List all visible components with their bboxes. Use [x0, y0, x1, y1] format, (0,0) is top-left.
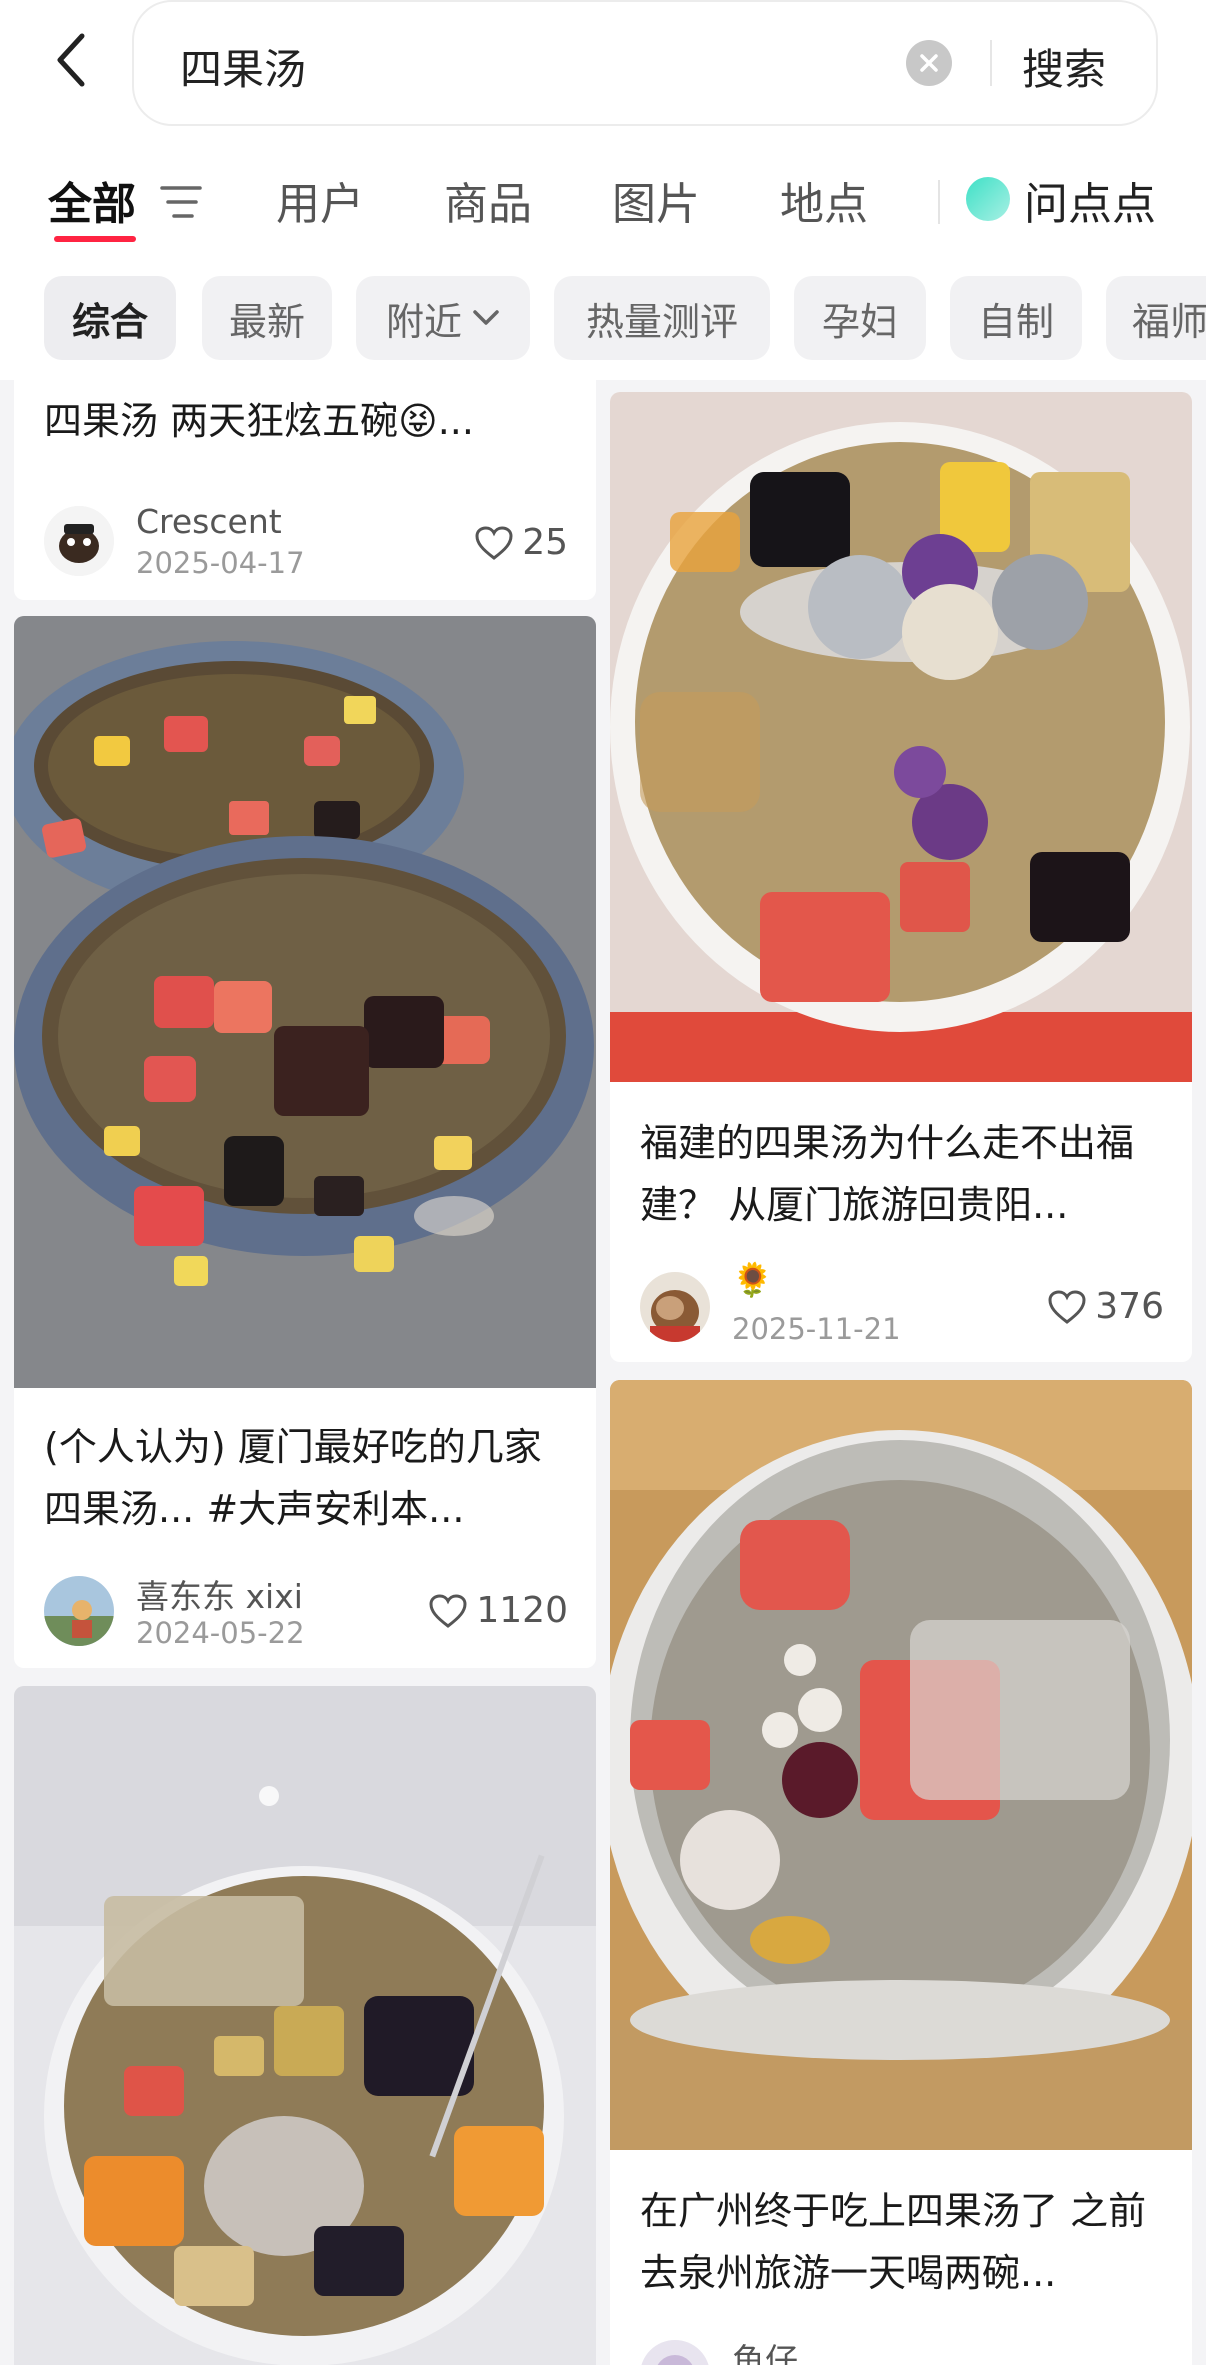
tab-images[interactable]: 图片 — [612, 168, 700, 232]
chip-pregnant[interactable]: 孕妇 — [794, 276, 926, 360]
note-title: 四果汤 两天狂炫五碗😝... — [44, 399, 474, 443]
tab-users[interactable]: 用户 — [276, 168, 364, 232]
heart-icon — [475, 525, 513, 560]
tab-wendiandian[interactable]: 问点点 — [1024, 168, 1156, 232]
note-cover-image — [610, 1380, 1192, 2150]
search-input[interactable]: 四果汤 搜索 — [132, 0, 1158, 126]
like-count: 1120 — [476, 1590, 568, 1631]
avatar-image — [44, 506, 114, 576]
results-feed: 四果汤 两天狂炫五碗😝... Crescent 2025-04-17 25 (个… — [0, 380, 1206, 2365]
chip-label: 热量测评 — [585, 299, 738, 344]
chevron-down-icon — [473, 310, 499, 325]
like-count: 25 — [522, 522, 568, 563]
clear-search-button[interactable] — [906, 40, 952, 86]
top-bar: 四果汤 搜索 全部 用户 商品 图片 地点 问点点 综合 最新 附近 热量测评 — [0, 0, 1206, 380]
like-count: 376 — [1095, 1286, 1164, 1327]
chip-nearby[interactable]: 附近 — [356, 276, 530, 360]
tab-divider — [938, 180, 940, 224]
chevron-left-icon — [57, 33, 85, 87]
avatar-image — [640, 2340, 710, 2365]
chip-label: 孕妇 — [821, 299, 898, 344]
note-card[interactable]: 在广州终于吃上四果汤了 之前去泉州旅游一天喝两碗... 鱼仔 — [610, 1380, 1192, 2365]
chip-fushi[interactable]: 福师 — [1106, 276, 1206, 360]
chip-label: 综合 — [71, 299, 148, 344]
avatar-image — [640, 1272, 710, 1342]
avatar[interactable] — [640, 2340, 710, 2365]
note-cover-image — [14, 1686, 596, 2365]
post-date: 2025-04-17 — [136, 546, 305, 580]
chip-calorie-review[interactable]: 热量测评 — [554, 276, 770, 360]
tab-places[interactable]: 地点 — [780, 168, 868, 232]
wendiandian-logo-icon — [966, 177, 1010, 221]
like-button[interactable]: 25 — [474, 522, 568, 563]
author-name[interactable]: 鱼仔 — [732, 2334, 798, 2365]
tab-products[interactable]: 商品 — [444, 168, 532, 232]
heart-icon — [429, 1593, 467, 1628]
chip-comprehensive[interactable]: 综合 — [44, 276, 176, 360]
avatar[interactable] — [44, 506, 114, 576]
like-button[interactable]: 1120 — [428, 1590, 568, 1631]
avatar-image — [44, 1576, 114, 1646]
chip-homemade[interactable]: 自制 — [950, 276, 1082, 360]
note-cover-image — [14, 616, 596, 1388]
search-divider — [990, 40, 992, 86]
note-cover-image — [610, 392, 1192, 1082]
clear-icon — [920, 54, 938, 72]
post-date: 2024-05-22 — [136, 1616, 305, 1650]
chip-label: 最新 — [228, 299, 305, 344]
author-name[interactable]: Crescent — [136, 502, 282, 541]
note-card[interactable]: 四果汤 两天狂炫五碗😝... Crescent 2025-04-17 25 — [14, 380, 596, 600]
chip-label: 自制 — [977, 299, 1054, 344]
search-button[interactable]: 搜索 — [1022, 36, 1106, 97]
chip-latest[interactable]: 最新 — [202, 276, 332, 360]
post-date: 2025-11-21 — [732, 1312, 901, 1346]
note-title: 在广州终于吃上四果汤了 之前去泉州旅游一天喝两碗... — [640, 2189, 1147, 2295]
note-title: (个人认为) 厦门最好吃的几家四果汤... #大声安利本... — [44, 1425, 542, 1531]
note-card[interactable]: 福建的四果汤为什么走不出福建？ 从厦门旅游回贵阳... 🌻 2025-11-21… — [610, 392, 1192, 1362]
heart-icon — [1048, 1289, 1086, 1324]
tab-all[interactable]: 全部 — [48, 168, 136, 232]
chip-label: 福师 — [1132, 299, 1206, 344]
author-name[interactable]: 🌻 — [732, 1260, 773, 1300]
filter-chips: 综合 最新 附近 热量测评 孕妇 自制 福师 — [0, 276, 1206, 362]
active-tab-indicator — [54, 236, 136, 242]
filter-icon[interactable] — [160, 182, 202, 222]
back-button[interactable] — [44, 28, 98, 92]
search-query-text: 四果汤 — [180, 45, 307, 94]
avatar[interactable] — [640, 1272, 710, 1342]
chip-label: 附近 — [385, 299, 462, 344]
avatar[interactable] — [44, 1576, 114, 1646]
note-card[interactable]: (个人认为) 厦门最好吃的几家四果汤... #大声安利本... 喜东东 xixi… — [14, 616, 596, 1668]
author-name[interactable]: 喜东东 xixi — [136, 1570, 303, 1618]
note-title: 福建的四果汤为什么走不出福建？ 从厦门旅游回贵阳... — [640, 1121, 1135, 1227]
like-button[interactable]: 376 — [1047, 1286, 1164, 1327]
note-card[interactable] — [14, 1686, 596, 2365]
